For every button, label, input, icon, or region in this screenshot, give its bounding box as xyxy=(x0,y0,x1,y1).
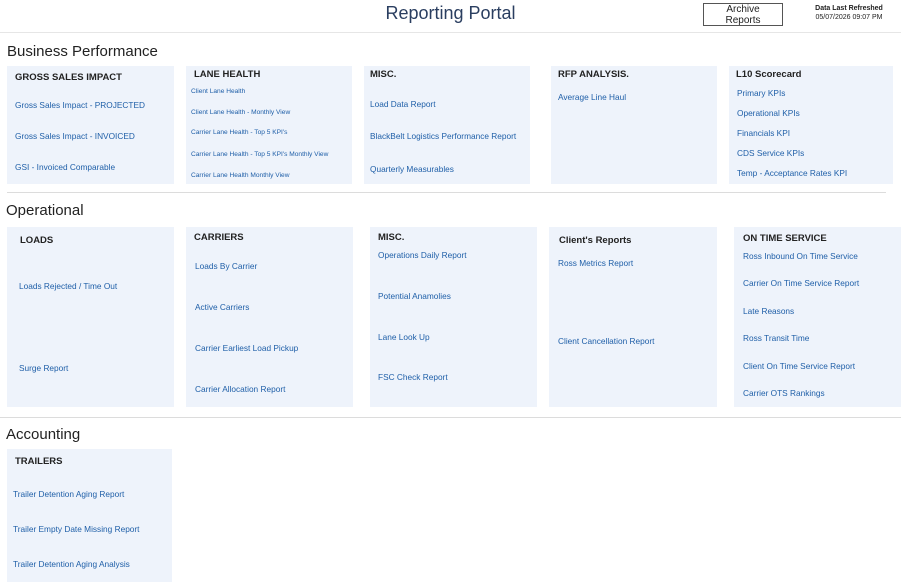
card-title: ON TIME SERVICE xyxy=(743,233,827,244)
link-client-lane-health[interactable]: Client Lane Health xyxy=(191,88,245,95)
link-carrier-earliest-load-pickup[interactable]: Carrier Earliest Load Pickup xyxy=(195,343,298,353)
card-title: L10 Scorecard xyxy=(736,69,802,80)
card-loads: LOADS Loads Rejected / Time Out Surge Re… xyxy=(7,227,174,407)
link-ross-metrics-report[interactable]: Ross Metrics Report xyxy=(558,258,633,268)
link-carrier-allocation-report[interactable]: Carrier Allocation Report xyxy=(195,384,285,394)
card-rfp-analysis: RFP ANALYSIS. Average Line Haul xyxy=(551,66,717,184)
link-primary-kpis[interactable]: Primary KPIs xyxy=(737,88,785,98)
link-active-carriers[interactable]: Active Carriers xyxy=(195,302,249,312)
card-gross-sales-impact: GROSS SALES IMPACT Gross Sales Impact - … xyxy=(7,66,174,184)
link-temp-acceptance-rates-kpi[interactable]: Temp - Acceptance Rates KPI xyxy=(737,168,847,178)
card-title: MISC. xyxy=(370,69,397,80)
card-misc-operational: MISC. Operations Daily Report Potential … xyxy=(370,227,537,407)
card-title: TRAILERS xyxy=(15,456,63,467)
card-on-time-service: ON TIME SERVICE Ross Inbound On Time Ser… xyxy=(734,227,901,407)
link-operations-daily-report[interactable]: Operations Daily Report xyxy=(378,250,467,260)
link-load-data-report[interactable]: Load Data Report xyxy=(370,99,436,109)
section-divider xyxy=(7,192,886,193)
card-title: LANE HEALTH xyxy=(194,69,261,80)
link-trailer-detention-aging-analysis[interactable]: Trailer Detention Aging Analysis xyxy=(13,559,130,569)
data-refresh-info: Data Last Refreshed 05/07/2026 09:07 PM xyxy=(803,4,895,22)
refresh-label: Data Last Refreshed xyxy=(815,5,883,12)
link-loads-rejected-timeout[interactable]: Loads Rejected / Time Out xyxy=(19,281,117,291)
link-gsi-projected[interactable]: Gross Sales Impact - PROJECTED xyxy=(15,100,145,110)
card-clients-reports: Client's Reports Ross Metrics Report Cli… xyxy=(549,227,717,407)
link-trailer-empty-date-missing[interactable]: Trailer Empty Date Missing Report xyxy=(13,524,140,534)
card-title: RFP ANALYSIS. xyxy=(558,69,629,80)
link-carrier-lane-health-top5[interactable]: Carrier Lane Health - Top 5 KPI's xyxy=(191,129,287,136)
link-carrier-ots-report[interactable]: Carrier On Time Service Report xyxy=(743,278,859,288)
link-fsc-check-report[interactable]: FSC Check Report xyxy=(378,372,448,382)
link-loads-by-carrier[interactable]: Loads By Carrier xyxy=(195,261,257,271)
archive-reports-button[interactable]: Archive Reports xyxy=(703,3,783,26)
card-l10-scorecard: L10 Scorecard Primary KPIs Operational K… xyxy=(729,66,893,184)
link-surge-report[interactable]: Surge Report xyxy=(19,363,68,373)
link-client-lane-health-monthly[interactable]: Client Lane Health - Monthly View xyxy=(191,109,290,116)
link-carrier-lane-health-top5-monthly[interactable]: Carrier Lane Health - Top 5 KPI's Monthl… xyxy=(191,151,328,158)
card-misc-business: MISC. Load Data Report BlackBelt Logisti… xyxy=(364,66,530,184)
link-trailer-detention-aging-report[interactable]: Trailer Detention Aging Report xyxy=(13,489,124,499)
link-quarterly-measurables[interactable]: Quarterly Measurables xyxy=(370,164,454,174)
card-trailers: TRAILERS Trailer Detention Aging Report … xyxy=(7,449,172,582)
card-title: MISC. xyxy=(378,232,405,243)
link-lane-look-up[interactable]: Lane Look Up xyxy=(378,332,430,342)
section-title-accounting: Accounting xyxy=(6,426,81,443)
link-gsi-invoiced-comparable[interactable]: GSI - Invoiced Comparable xyxy=(15,162,115,172)
link-cds-service-kpis[interactable]: CDS Service KPIs xyxy=(737,148,804,158)
card-title: GROSS SALES IMPACT xyxy=(15,72,122,83)
card-title: Client's Reports xyxy=(559,235,632,246)
link-carrier-lane-health-monthly[interactable]: Carrier Lane Health Monthly View xyxy=(191,172,289,179)
link-carrier-ots-rankings[interactable]: Carrier OTS Rankings xyxy=(743,388,825,398)
link-average-line-haul[interactable]: Average Line Haul xyxy=(558,92,626,102)
section-divider xyxy=(0,417,901,418)
link-client-cancellation-report[interactable]: Client Cancellation Report xyxy=(558,336,654,346)
link-ross-transit-time[interactable]: Ross Transit Time xyxy=(743,333,809,343)
section-title-business-performance: Business Performance xyxy=(7,43,158,60)
card-carriers: CARRIERS Loads By Carrier Active Carrier… xyxy=(186,227,353,407)
header-bar: Reporting Portal Archive Reports Data La… xyxy=(0,0,901,33)
card-title: CARRIERS xyxy=(194,232,244,243)
link-potential-anamolies[interactable]: Potential Anamolies xyxy=(378,291,451,301)
card-title: LOADS xyxy=(20,235,54,246)
link-blackbelt-performance-report[interactable]: BlackBelt Logistics Performance Report xyxy=(370,131,516,141)
link-client-ots-report[interactable]: Client On Time Service Report xyxy=(743,361,855,371)
card-lane-health: LANE HEALTH Client Lane Health Client La… xyxy=(186,66,352,184)
link-gsi-invoiced[interactable]: Gross Sales Impact - INVOICED xyxy=(15,131,135,141)
link-ross-inbound-ots[interactable]: Ross Inbound On Time Service xyxy=(743,251,858,261)
link-late-reasons[interactable]: Late Reasons xyxy=(743,306,794,316)
link-financials-kpi[interactable]: Financials KPI xyxy=(737,128,790,138)
link-operational-kpis[interactable]: Operational KPIs xyxy=(737,108,800,118)
refresh-timestamp: 05/07/2026 09:07 PM xyxy=(815,14,883,21)
section-title-operational: Operational xyxy=(6,202,84,219)
